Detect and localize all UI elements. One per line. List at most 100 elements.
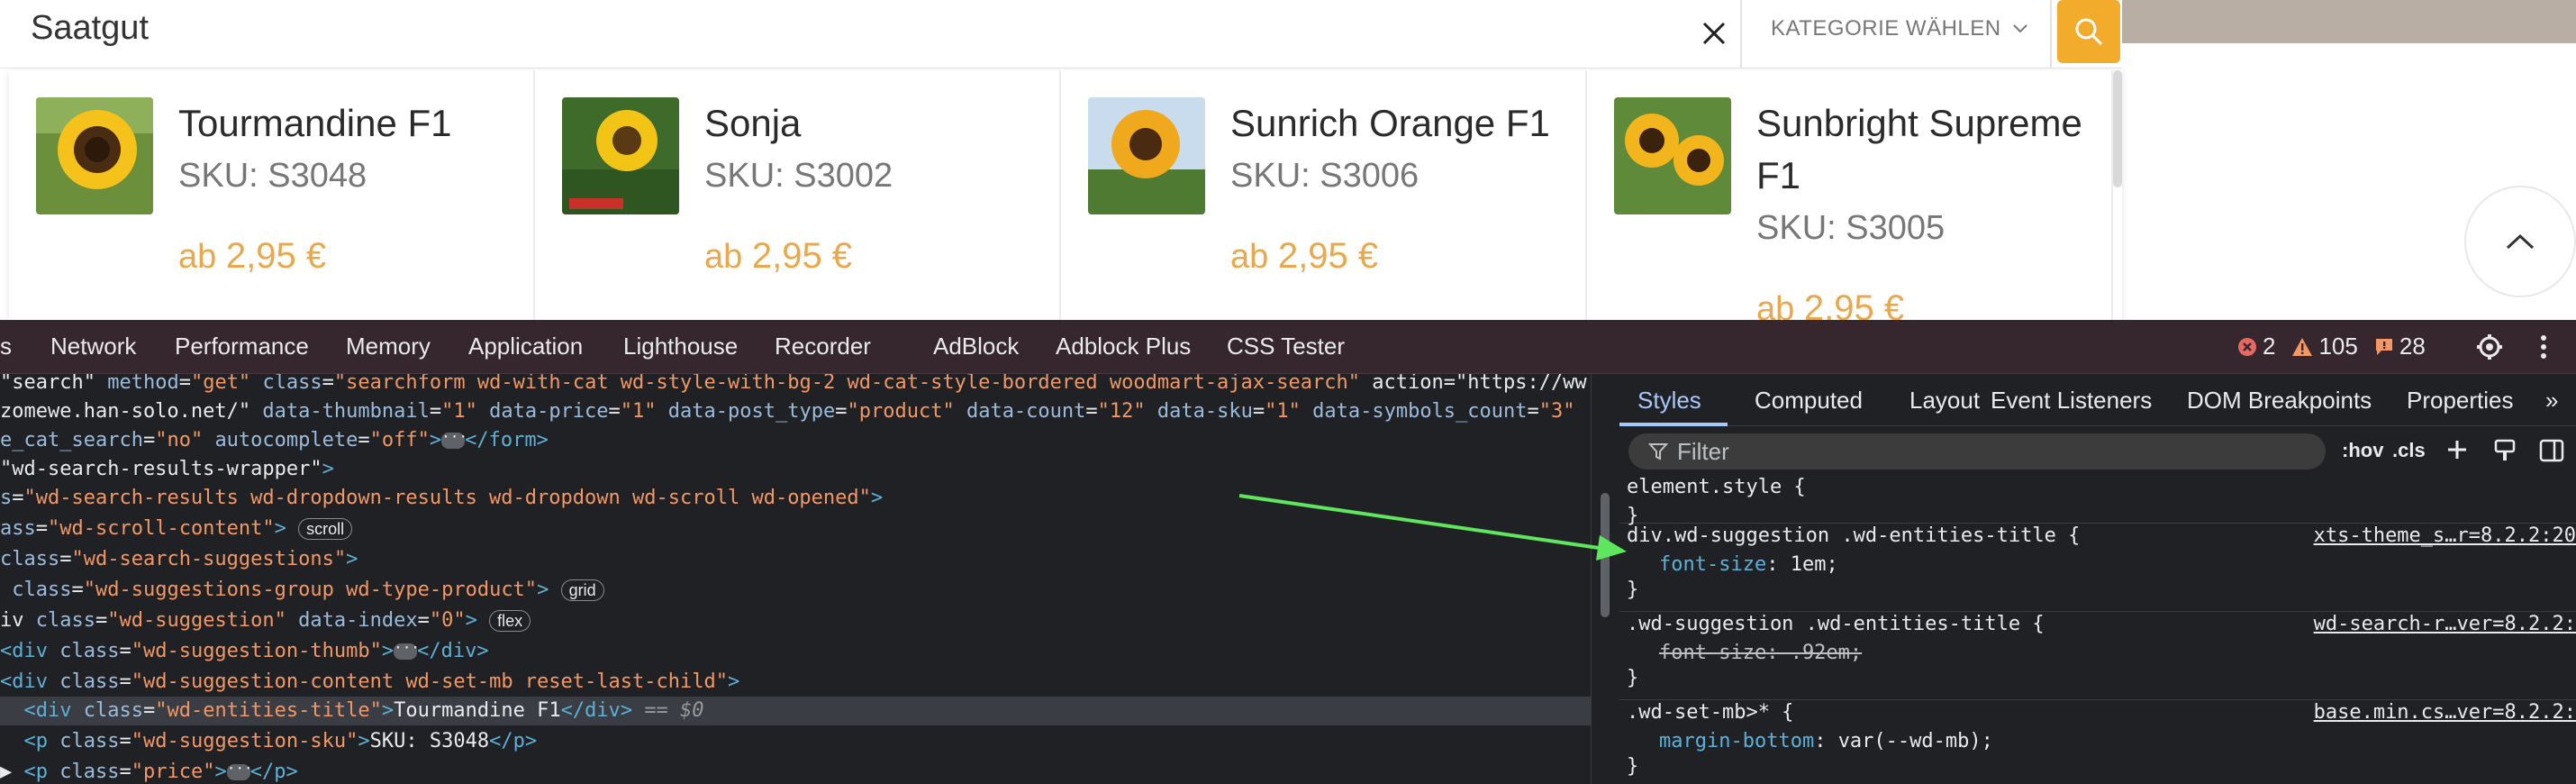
dom-node[interactable]: "wd-search-results-wrapper"> — [0, 455, 334, 484]
layout-badge[interactable]: grid — [560, 579, 604, 601]
dom-node[interactable]: ass="wd-scroll-content"> scroll — [0, 515, 353, 543]
style-rule[interactable]: div.wd-suggestion .wd-entities-title {fo… — [1619, 522, 2576, 612]
results-scrollbar[interactable] — [2113, 70, 2122, 187]
warning-count-value: 105 — [2318, 333, 2358, 360]
chevron-up-icon — [2506, 233, 2535, 250]
error-count[interactable]: 2 — [2237, 333, 2275, 360]
clear-icon[interactable] — [1695, 14, 1733, 52]
tab-computed[interactable]: Computed — [1755, 387, 1863, 415]
category-select[interactable]: KATEGORIE WÄHLEN — [1771, 16, 2028, 41]
tab-adblock[interactable]: AdBlock — [933, 333, 1019, 360]
rule-selector[interactable]: element.style { — [1627, 477, 1806, 502]
css-property[interactable]: margin-bottom: var(--wd-mb); — [1659, 727, 1993, 756]
toggle-sidebar-icon[interactable] — [2538, 437, 2565, 464]
hover-state-toggle[interactable]: :hov — [2342, 439, 2383, 462]
divider — [1740, 0, 1742, 68]
error-icon — [2238, 337, 2256, 356]
tab-lighthouse[interactable]: Lighthouse — [623, 333, 738, 360]
product-title[interactable]: Sonja — [704, 97, 1056, 150]
panel-splitter[interactable] — [1591, 374, 1619, 784]
style-rule[interactable]: element.style {} — [1619, 477, 2576, 527]
rendering-emulation-icon[interactable] — [2491, 437, 2518, 464]
dom-node[interactable]: <div class="wd-suggestion-content wd-set… — [0, 668, 739, 697]
style-rules-list[interactable]: element.style {} div.wd-suggestion .wd-en… — [1619, 477, 2576, 784]
product-thumbnail[interactable] — [1088, 97, 1205, 214]
tab-layout[interactable]: Layout — [1909, 387, 1980, 415]
product-thumbnail[interactable] — [1614, 97, 1731, 214]
tab-partial[interactable]: s — [0, 333, 12, 360]
tab-event-listeners[interactable]: Event Listeners — [1991, 387, 2152, 415]
product-title[interactable]: Tourmandine F1 — [178, 97, 530, 150]
devtools-panel: s Network Performance Memory Application… — [0, 320, 2576, 784]
tab-network[interactable]: Network — [50, 333, 136, 360]
rule-source-link[interactable]: xts-theme_s…r=8.2.2:20 — [2314, 522, 2576, 551]
warning-count[interactable]: 105 — [2291, 333, 2358, 360]
dom-node[interactable]: class="wd-search-suggestions"> — [0, 545, 358, 574]
price-amount: 2,95 € — [1803, 288, 1905, 320]
product-sku: SKU: S3005 — [1756, 209, 1946, 247]
collapsed-ellipsis[interactable]: ··· — [394, 641, 420, 660]
styles-toolbar: Filter :hov .cls — [1628, 433, 2574, 469]
dom-node[interactable]: iv class="wd-suggestion" data-index="0">… — [0, 606, 531, 635]
dom-node[interactable]: ▶ <p class="price">···</p> — [0, 758, 298, 784]
layout-badge[interactable]: flex — [489, 610, 531, 632]
product-suggestion[interactable]: Sunrich Orange F1 SKU: S3006 ab 2,95 € — [1061, 70, 1587, 320]
header-background — [2122, 0, 2576, 43]
collapsed-ellipsis[interactable]: ··· — [441, 430, 467, 449]
tab-memory[interactable]: Memory — [346, 333, 431, 360]
class-toggle[interactable]: .cls — [2392, 439, 2426, 462]
layout-badge[interactable]: scroll — [298, 518, 353, 540]
tab-recorder[interactable]: Recorder — [775, 333, 871, 360]
message-count[interactable]: 28 — [2374, 333, 2426, 360]
css-property[interactable]: font-size: .92em; — [1659, 639, 1862, 668]
dom-node-selected[interactable]: <div class="wd-entities-title">Tourmandi… — [0, 697, 1591, 725]
styles-filter-input[interactable]: Filter — [1628, 433, 2326, 469]
dom-node[interactable]: <p class="wd-suggestion-sku">SKU: S3048<… — [0, 727, 538, 756]
issue-counts[interactable]: 2 105 28 — [2237, 333, 2426, 360]
product-suggestion[interactable]: Sonja SKU: S3002 ab 2,95 € — [535, 70, 1061, 320]
search-input[interactable]: Saatgut — [31, 9, 149, 48]
dom-node[interactable]: "search" method="get" class="searchform … — [0, 374, 1587, 397]
dom-node[interactable]: e_cat_search="no" autocomplete="off">···… — [0, 426, 549, 455]
search-button[interactable] — [2057, 0, 2120, 63]
style-rule[interactable]: .wd-set-mb>* {margin-bottom: var(--wd-mb… — [1619, 701, 2576, 784]
tab-performance[interactable]: Performance — [175, 333, 309, 360]
tab-styles[interactable]: Styles — [1637, 387, 1701, 415]
more-tabs-icon[interactable]: » — [2545, 387, 2558, 415]
new-rule-icon[interactable] — [2444, 437, 2472, 464]
rule-selector[interactable]: .wd-set-mb>* { — [1627, 698, 1793, 727]
tab-dom-breakpoints[interactable]: DOM Breakpoints — [2187, 387, 2372, 415]
dom-node[interactable]: zomewe.han-solo.net/" data-thumbnail="1"… — [0, 397, 1575, 426]
category-select-label: KATEGORIE WÄHLEN — [1771, 16, 2001, 41]
devtools-tabbar: s Network Performance Memory Application… — [0, 320, 2576, 374]
rule-close-brace: } — [1627, 579, 1639, 601]
gear-icon[interactable] — [2475, 333, 2504, 361]
elements-tree[interactable]: "search" method="get" class="searchform … — [0, 374, 1591, 784]
rule-selector[interactable]: div.wd-suggestion .wd-entities-title { — [1627, 522, 2080, 551]
product-suggestion[interactable]: Tourmandine F1 SKU: S3048 ab 2,95 € — [9, 70, 535, 320]
tab-css-tester[interactable]: CSS Tester — [1227, 333, 1345, 360]
rule-source-link[interactable]: wd-search-r…ver=8.2.2: — [2314, 610, 2576, 639]
search-icon — [2075, 18, 2103, 46]
tab-adblock-plus[interactable]: Adblock Plus — [1056, 333, 1191, 360]
product-thumbnail[interactable] — [562, 97, 679, 214]
tab-application[interactable]: Application — [468, 333, 583, 360]
more-options-icon[interactable] — [2529, 333, 2558, 361]
elements-scrollbar[interactable] — [1601, 493, 1610, 617]
scroll-to-top-button[interactable] — [2464, 186, 2576, 297]
product-title[interactable]: Sunbright Supreme F1 — [1756, 97, 2108, 202]
product-thumbnail[interactable] — [36, 97, 153, 214]
product-title[interactable]: Sunrich Orange F1 — [1230, 97, 1582, 150]
tab-properties[interactable]: Properties — [2407, 387, 2514, 415]
price-prefix: ab — [1756, 290, 1795, 320]
dom-node[interactable]: s="wd-search-results wd-dropdown-results… — [0, 484, 883, 513]
rule-selector[interactable]: .wd-suggestion .wd-entities-title { — [1627, 610, 2045, 639]
dom-node[interactable]: class="wd-suggestions-group wd-type-prod… — [0, 576, 604, 605]
css-property[interactable]: font-size: 1em; — [1659, 551, 1838, 579]
dom-node[interactable]: <div class="wd-suggestion-thumb">···</di… — [0, 637, 489, 666]
style-rule[interactable]: .wd-suggestion .wd-entities-title {font-… — [1619, 613, 2576, 700]
product-suggestion[interactable]: Sunbright Supreme F1 SKU: S3005 ab 2,95 … — [1587, 70, 2113, 320]
filter-icon — [1648, 443, 1668, 460]
rule-source-link[interactable]: base.min.cs…ver=8.2.2: — [2314, 698, 2576, 727]
collapsed-ellipsis[interactable]: ··· — [226, 761, 253, 780]
